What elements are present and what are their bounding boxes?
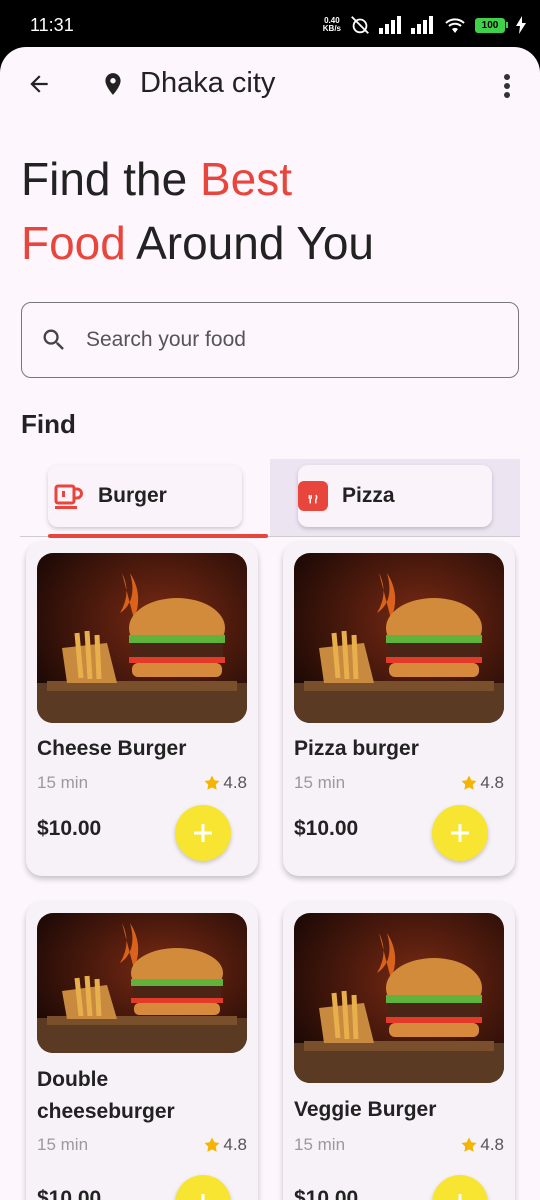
product-card[interactable]: Double cheeseburger 15 min 4.8 $10.00 bbox=[26, 902, 258, 1200]
product-name: Double cheeseburger bbox=[37, 1068, 175, 1123]
tab-label: Burger bbox=[98, 484, 167, 507]
prep-time: 15 min bbox=[294, 1135, 346, 1154]
product-card[interactable]: Pizza burger 15 min 4.8 $10.00 bbox=[283, 542, 515, 876]
star-icon bbox=[461, 1137, 477, 1152]
tab-pizza[interactable]: Pizza bbox=[270, 459, 520, 536]
tab-chip: Pizza bbox=[298, 465, 492, 527]
signal-icon bbox=[379, 16, 401, 34]
prep-time: 15 min bbox=[294, 773, 346, 792]
star-icon bbox=[461, 775, 477, 790]
location-selector[interactable]: Dhaka city bbox=[100, 67, 275, 100]
arrow-back-icon bbox=[30, 75, 48, 93]
rating: 4.8 bbox=[203, 773, 247, 793]
add-to-cart-button[interactable] bbox=[432, 805, 488, 861]
add-to-cart-button[interactable] bbox=[175, 805, 231, 861]
burger-image bbox=[294, 553, 504, 723]
add-to-cart-button[interactable] bbox=[175, 1175, 231, 1200]
product-price: $10.00 bbox=[294, 817, 359, 840]
rating: 4.8 bbox=[203, 1135, 247, 1155]
rating: 4.8 bbox=[460, 773, 504, 793]
prep-time: 15 min bbox=[37, 773, 89, 792]
product-name: Pizza burger bbox=[294, 737, 419, 760]
star-icon bbox=[204, 775, 220, 790]
search-input[interactable] bbox=[86, 328, 486, 352]
app-bar: Dhaka city bbox=[0, 47, 540, 123]
product-card[interactable]: Cheese Burger 15 min 4.8 $10.00 bbox=[26, 542, 258, 876]
page-headline: Find the Best Food Around You bbox=[21, 153, 375, 269]
product-name: Cheese Burger bbox=[37, 737, 187, 760]
tab-label: Pizza bbox=[342, 484, 395, 507]
app-screen: Dhaka city Find the Best Food Around You… bbox=[0, 47, 540, 1200]
network-speed: 0.40 KB/s bbox=[322, 16, 341, 33]
more-vert-icon bbox=[504, 74, 510, 98]
tab-burger[interactable]: Burger bbox=[20, 459, 270, 538]
charging-icon bbox=[516, 16, 526, 34]
plus-icon bbox=[201, 1194, 205, 1200]
battery-icon: 100 bbox=[475, 17, 508, 33]
section-title: Find bbox=[21, 409, 76, 439]
restaurant-icon bbox=[298, 481, 328, 511]
wifi-icon bbox=[445, 18, 465, 33]
status-bar: 11:31 0.40 KB/s 100 bbox=[0, 0, 540, 50]
location-label: Dhaka city bbox=[140, 67, 276, 99]
signal-icon bbox=[411, 16, 433, 34]
status-time: 11:31 bbox=[30, 15, 74, 35]
plus-icon bbox=[194, 824, 212, 842]
plus-icon bbox=[451, 824, 469, 842]
add-to-cart-button[interactable] bbox=[432, 1175, 488, 1200]
product-price: $10.00 bbox=[37, 817, 102, 840]
burger-image bbox=[37, 913, 247, 1053]
search-bar[interactable] bbox=[21, 302, 519, 378]
product-price: $10.00 bbox=[294, 1187, 359, 1200]
product-name: Veggie Burger bbox=[294, 1098, 437, 1121]
tab-chip: Burger bbox=[48, 465, 242, 527]
rating: 4.8 bbox=[460, 1135, 504, 1155]
product-price: $10.00 bbox=[37, 1187, 102, 1200]
category-tabs: Burger Pizza bbox=[20, 459, 520, 538]
burger-image bbox=[37, 553, 247, 723]
location-pin-icon bbox=[105, 72, 121, 95]
status-icons: 0.40 KB/s 100 bbox=[323, 14, 526, 36]
prep-time: 15 min bbox=[37, 1135, 89, 1154]
burger-image bbox=[294, 913, 504, 1083]
cup-icon bbox=[52, 480, 84, 512]
selected-tab-indicator bbox=[48, 534, 268, 538]
star-icon bbox=[204, 1137, 220, 1152]
more-options-button[interactable] bbox=[492, 69, 522, 103]
search-icon bbox=[43, 329, 64, 350]
alarm-off-icon bbox=[351, 16, 369, 34]
product-card[interactable]: Veggie Burger 15 min 4.8 $10.00 bbox=[283, 902, 515, 1200]
plus-icon bbox=[458, 1194, 462, 1200]
back-button[interactable] bbox=[22, 67, 56, 101]
